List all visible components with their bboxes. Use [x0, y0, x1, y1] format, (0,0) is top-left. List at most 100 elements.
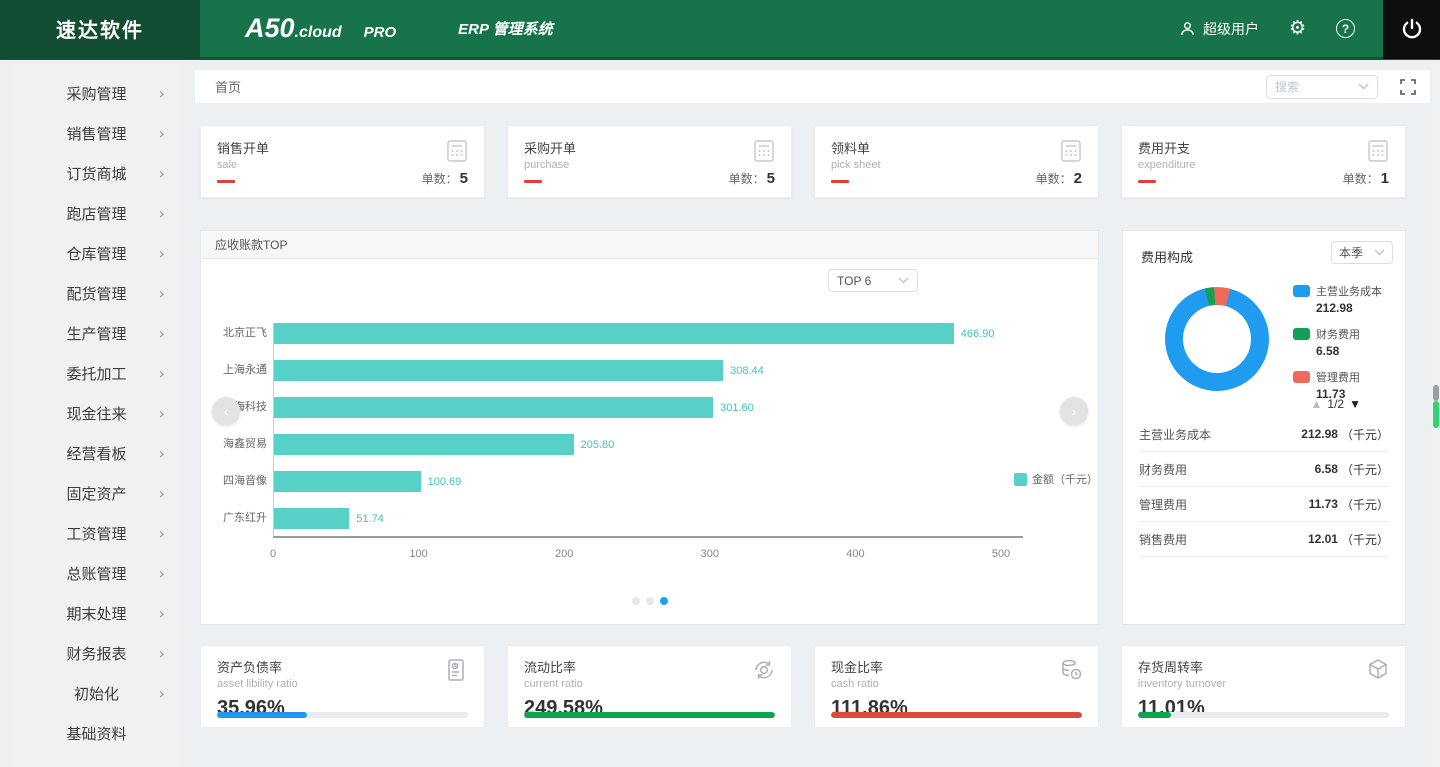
- sidebar-item-dashboard[interactable]: 经营看板 ›: [10, 433, 183, 473]
- tab-home[interactable]: 首页: [215, 77, 241, 96]
- calculator-icon: [1058, 138, 1084, 164]
- legend-label: 财务费用: [1316, 329, 1360, 341]
- chevron-right-icon: ›: [158, 403, 165, 423]
- legend-swatch: [1293, 328, 1310, 340]
- stat-title: 采购开单: [524, 141, 577, 156]
- sidebar-item-label: 期末处理: [66, 605, 127, 623]
- progress-bar: [1138, 712, 1389, 718]
- chevron-right-icon: ›: [158, 203, 165, 223]
- legend-value: 212.98: [1316, 301, 1353, 315]
- period-filter-select[interactable]: 本季: [1331, 241, 1393, 264]
- bar[interactable]: [274, 397, 714, 418]
- sidebar-item-label: 初始化: [73, 685, 119, 703]
- count-value: 1: [1380, 170, 1389, 187]
- chevron-right-icon: ›: [158, 563, 165, 583]
- sidebar-item-sales[interactable]: 销售管理 ›: [10, 113, 183, 153]
- sidebar-item-fixed-assets[interactable]: 固定资产 ›: [10, 473, 183, 513]
- carousel-dot[interactable]: [645, 597, 654, 605]
- y-axis-line: [273, 323, 274, 538]
- calculator-icon: [751, 138, 777, 164]
- sidebar-item-distribution[interactable]: 配货管理 ›: [10, 273, 183, 313]
- carousel-dot[interactable]: [631, 597, 640, 605]
- help-icon[interactable]: ?: [1336, 19, 1355, 38]
- chevron-right-icon: ›: [158, 243, 165, 263]
- carousel-next-button[interactable]: ›: [1060, 397, 1088, 425]
- settings-gear-icon[interactable]: ⚙: [1289, 19, 1306, 38]
- ratio-subtitle: current ratio: [524, 678, 583, 690]
- fullscreen-icon[interactable]: [1400, 78, 1416, 95]
- pager-down-icon[interactable]: ▼: [1349, 397, 1361, 411]
- top-filter-select[interactable]: TOP 6: [828, 269, 918, 292]
- stat-card-purchase[interactable]: 采购开单 purchase 单数： 5: [507, 125, 792, 198]
- calculator-icon: [1365, 138, 1391, 164]
- sidebar-item-store-visit[interactable]: 跑店管理 ›: [10, 193, 183, 233]
- bar[interactable]: [274, 323, 954, 344]
- coins-clock-icon: [1058, 657, 1084, 683]
- progress-bar: [524, 712, 775, 718]
- expense-row: 管理费用 11.73 （千元）: [1139, 487, 1389, 522]
- sidebar-item-production[interactable]: 生产管理 ›: [10, 313, 183, 353]
- sidebar-item-payroll[interactable]: 工资管理 ›: [10, 513, 183, 553]
- sidebar-item-initialization[interactable]: 初始化 ›: [10, 673, 183, 713]
- chevron-right-icon: ›: [158, 643, 165, 663]
- stat-card-row: 销售开单 sale 单数： 5 采购开单 purchase 单数： 5 领料单 pi: [200, 125, 1406, 198]
- sidebar-item-warehouse[interactable]: 仓库管理 ›: [10, 233, 183, 273]
- x-axis-line: [273, 536, 1023, 538]
- sidebar-item-label: 采购管理: [66, 85, 127, 103]
- expense-row: 财务费用 6.58 （千元）: [1139, 452, 1389, 487]
- bar[interactable]: [274, 360, 724, 381]
- stat-card-expenditure[interactable]: 费用开支 expenditure 单数： 1: [1121, 125, 1406, 198]
- sidebar-item-period-end[interactable]: 期末处理 ›: [10, 593, 183, 633]
- sidebar-item-cash[interactable]: 现金往来 ›: [10, 393, 183, 433]
- stat-card-sale[interactable]: 销售开单 sale 单数： 5: [200, 125, 485, 198]
- box-icon: [1365, 657, 1391, 683]
- chevron-right-icon: ›: [158, 123, 165, 143]
- progress-bar: [217, 712, 468, 718]
- search-input[interactable]: 搜索: [1266, 74, 1378, 99]
- carousel-prev-button[interactable]: ‹: [212, 397, 240, 425]
- bar[interactable]: [274, 471, 421, 492]
- chevron-right-icon: ›: [158, 483, 165, 503]
- carousel-dot-active[interactable]: [659, 597, 668, 605]
- page-scrollbar[interactable]: [1432, 63, 1440, 767]
- chevron-right-icon: ›: [158, 523, 165, 543]
- stat-title: 费用开支: [1138, 141, 1191, 156]
- count-label: 单数：: [728, 172, 765, 186]
- x-tick: 100: [409, 548, 428, 560]
- sidebar-item-outsourcing[interactable]: 委托加工 ›: [10, 353, 183, 393]
- chevron-right-icon: ›: [158, 83, 165, 103]
- receivables-chart-panel: 应收账款TOP TOP 6 北京正飞 上海永通 洪海科技 海鑫贸易 四海音像 广…: [200, 230, 1099, 625]
- sidebar-item-order-mall[interactable]: 订货商城 ›: [10, 153, 183, 193]
- stat-card-pick-sheet[interactable]: 领料单 pick sheet 单数： 2: [814, 125, 1099, 198]
- scrollbar-thumb[interactable]: [1433, 385, 1439, 401]
- scrollbar-thumb-accent[interactable]: [1433, 401, 1439, 428]
- chevron-down-icon: [1374, 249, 1385, 256]
- user-menu[interactable]: 超级用户: [1179, 19, 1259, 39]
- ratio-card-current[interactable]: 流动比率 current ratio 249.58%: [507, 645, 792, 728]
- sidebar-item-label: 订货商城: [66, 165, 127, 183]
- bar[interactable]: [274, 508, 350, 529]
- chevron-right-icon: ›: [158, 283, 165, 303]
- sidebar-item-label: 仓库管理: [66, 245, 127, 263]
- donut-chart[interactable]: [1165, 287, 1269, 391]
- brand-logo: 速达软件: [0, 0, 200, 59]
- sidebar-item-general-ledger[interactable]: 总账管理 ›: [10, 553, 183, 593]
- logout-power-button[interactable]: [1383, 0, 1440, 59]
- progress-fill: [1138, 712, 1171, 718]
- count-value: 2: [1073, 170, 1082, 187]
- sidebar-item-label: 跑店管理: [66, 205, 127, 223]
- ratio-card-asset-liability[interactable]: 资产负债率 asset libility ratio 35.96%: [200, 645, 485, 728]
- username: 超级用户: [1202, 20, 1259, 37]
- sidebar-item-base-data[interactable]: 基础资料: [10, 713, 183, 753]
- ratio-card-inventory[interactable]: 存货周转率 inventory turnover 11.01%: [1121, 645, 1406, 728]
- pager-up-icon[interactable]: ▲: [1311, 397, 1323, 411]
- sidebar-item-financial-reports[interactable]: 财务报表 ›: [10, 633, 183, 673]
- product-domain: .cloud: [294, 24, 342, 41]
- sidebar-item-label: 固定资产: [66, 485, 127, 503]
- ratio-card-cash[interactable]: 现金比率 cash ratio 111.86%: [814, 645, 1099, 728]
- red-dash: [831, 180, 849, 183]
- sidebar-item-purchase[interactable]: 采购管理 ›: [10, 73, 183, 113]
- y-label: 上海永通: [223, 364, 267, 376]
- bar[interactable]: [274, 434, 574, 455]
- bar-value: 308.44: [730, 364, 764, 377]
